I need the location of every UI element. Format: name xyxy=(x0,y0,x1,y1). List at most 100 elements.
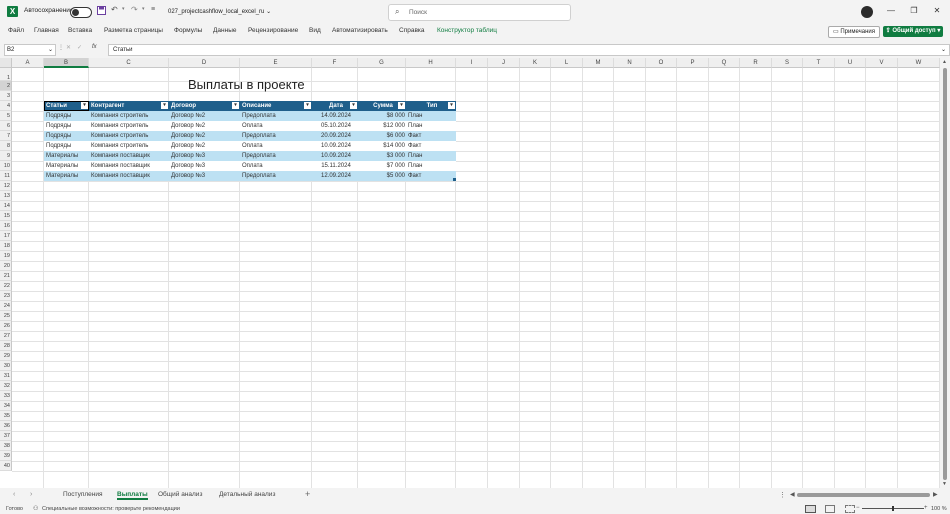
table-cell[interactable]: Компания строитель xyxy=(89,141,169,151)
row-header[interactable]: 23 xyxy=(0,291,12,301)
column-header[interactable]: A xyxy=(12,58,44,68)
scroll-left-icon[interactable]: ◀ xyxy=(790,491,795,498)
table-cell[interactable]: Подряды xyxy=(44,121,89,131)
add-sheet-icon[interactable]: + xyxy=(305,489,310,499)
sheet-tab-detail[interactable]: Детальный анализ xyxy=(219,491,275,498)
table-cell[interactable]: $14 000 xyxy=(358,141,406,151)
table-cell[interactable]: Подряды xyxy=(44,131,89,141)
row-header[interactable]: 18 xyxy=(0,241,12,251)
menu-formulas[interactable]: Формулы xyxy=(174,27,202,34)
table-cell[interactable]: Компания поставщик xyxy=(89,171,169,181)
sheet-tab-receipts[interactable]: Поступления xyxy=(63,491,103,498)
filter-dropdown-icon[interactable]: ▾ xyxy=(350,102,357,109)
column-header[interactable]: K xyxy=(520,58,551,68)
row-header[interactable]: 17 xyxy=(0,231,12,241)
column-header[interactable]: O xyxy=(646,58,677,68)
column-header[interactable]: L xyxy=(551,58,583,68)
row-header[interactable]: 29 xyxy=(0,351,12,361)
table-cell[interactable]: 05.10.2024 xyxy=(312,121,358,131)
table-resize-handle-icon[interactable] xyxy=(453,178,456,181)
table-cell[interactable]: Договор №2 xyxy=(169,121,240,131)
row-header[interactable]: 15 xyxy=(0,211,12,221)
accessibility-status[interactable]: Специальные возможности: проверьте реком… xyxy=(42,506,180,512)
row-header[interactable]: 8 xyxy=(0,141,12,151)
table-cell[interactable]: Договор №3 xyxy=(169,171,240,181)
table-cell[interactable]: Договор №2 xyxy=(169,111,240,121)
menu-automate[interactable]: Автоматизировать xyxy=(332,27,388,34)
column-header[interactable]: M xyxy=(583,58,614,68)
row-header[interactable]: 39 xyxy=(0,451,12,461)
row-header[interactable]: 6 xyxy=(0,121,12,131)
table-cell[interactable]: 14.09.2024 xyxy=(312,111,358,121)
undo-dropdown-icon[interactable]: ▾ xyxy=(122,6,125,12)
row-header[interactable]: 13 xyxy=(0,191,12,201)
table-row[interactable]: Подряды Компания строитель Договор №2 Предо… xyxy=(44,111,456,121)
scroll-up-icon[interactable]: ▲ xyxy=(942,59,947,65)
table-cell[interactable]: Договор №3 xyxy=(169,151,240,161)
row-header[interactable]: 7 xyxy=(0,131,12,141)
table-cell[interactable]: $6 000 xyxy=(358,131,406,141)
table-header-cell[interactable]: Статьи ▾ xyxy=(44,101,89,111)
menu-view[interactable]: Вид xyxy=(309,27,321,34)
table-header-cell[interactable]: Описание ▾ xyxy=(240,101,312,111)
row-header[interactable]: 3 xyxy=(0,91,12,101)
row-header[interactable]: 4 xyxy=(0,101,12,111)
column-header[interactable]: P xyxy=(677,58,709,68)
table-cell[interactable]: Предоплата xyxy=(240,111,312,121)
table-row[interactable]: Материалы Компания поставщик Договор №3 Пре… xyxy=(44,171,456,181)
redo-dropdown-icon[interactable]: ▾ xyxy=(142,6,145,12)
table-cell[interactable]: Подряды xyxy=(44,111,89,121)
table-cell[interactable]: $7 000 xyxy=(358,161,406,171)
table-cell[interactable]: Договор №3 xyxy=(169,161,240,171)
filter-dropdown-icon[interactable]: ▾ xyxy=(232,102,239,109)
row-header[interactable]: 5 xyxy=(0,111,12,121)
table-cell[interactable]: $12 000 xyxy=(358,121,406,131)
table-cell[interactable]: План xyxy=(406,161,456,171)
scroll-right-icon[interactable]: ▶ xyxy=(933,491,938,498)
table-cell[interactable]: Компания строитель xyxy=(89,121,169,131)
row-header[interactable]: 37 xyxy=(0,431,12,441)
select-all-corner[interactable] xyxy=(0,58,12,68)
menu-file[interactable]: Файл xyxy=(8,27,24,34)
column-header[interactable]: Q xyxy=(709,58,740,68)
table-cell[interactable]: Подряды xyxy=(44,141,89,151)
share-button[interactable]: ⇪ Общий доступ ▾ xyxy=(883,26,943,37)
row-header[interactable]: 40 xyxy=(0,461,12,471)
column-header[interactable]: J xyxy=(488,58,520,68)
save-icon[interactable] xyxy=(97,6,106,15)
search-box[interactable]: ⌕ Поиск xyxy=(388,4,571,21)
next-sheet-icon[interactable]: › xyxy=(30,491,32,498)
row-header[interactable]: 21 xyxy=(0,271,12,281)
table-cell[interactable]: 20.09.2024 xyxy=(312,131,358,141)
column-header[interactable]: V xyxy=(866,58,898,68)
table-cell[interactable]: Факт xyxy=(406,171,456,181)
row-header[interactable]: 22 xyxy=(0,281,12,291)
table-row[interactable]: Материалы Компания поставщик Договор №3 Опл… xyxy=(44,161,456,171)
row-header[interactable]: 28 xyxy=(0,341,12,351)
minimize-icon[interactable]: — xyxy=(884,6,898,18)
row-header[interactable]: 25 xyxy=(0,311,12,321)
formula-input[interactable]: Статьи ⌄ xyxy=(108,44,950,56)
table-cell[interactable]: $8 000 xyxy=(358,111,406,121)
zoom-slider-thumb[interactable] xyxy=(892,506,894,511)
filter-dropdown-icon[interactable]: ▾ xyxy=(81,102,88,109)
table-cell[interactable]: Материалы xyxy=(44,171,89,181)
row-header[interactable]: 36 xyxy=(0,421,12,431)
table-cell[interactable]: План xyxy=(406,111,456,121)
filter-dropdown-icon[interactable]: ▾ xyxy=(448,102,455,109)
row-header[interactable]: 16 xyxy=(0,221,12,231)
row-header[interactable]: 24 xyxy=(0,301,12,311)
table-row[interactable]: Материалы Компания поставщик Договор №3 Пре… xyxy=(44,151,456,161)
column-header[interactable]: R xyxy=(740,58,772,68)
row-header[interactable]: 33 xyxy=(0,391,12,401)
row-header[interactable]: 26 xyxy=(0,321,12,331)
table-cell[interactable]: Факт xyxy=(406,131,456,141)
table-header-cell[interactable]: Сумма ▾ xyxy=(358,101,406,111)
table-header-cell[interactable]: Тип ▾ xyxy=(406,101,456,111)
table-cell[interactable]: 12.09.2024 xyxy=(312,171,358,181)
column-header[interactable]: T xyxy=(803,58,835,68)
autosave-toggle[interactable] xyxy=(70,7,92,18)
table-cell[interactable]: Оплата xyxy=(240,121,312,131)
table-cell[interactable]: Договор №2 xyxy=(169,131,240,141)
menu-insert[interactable]: Вставка xyxy=(68,27,92,34)
